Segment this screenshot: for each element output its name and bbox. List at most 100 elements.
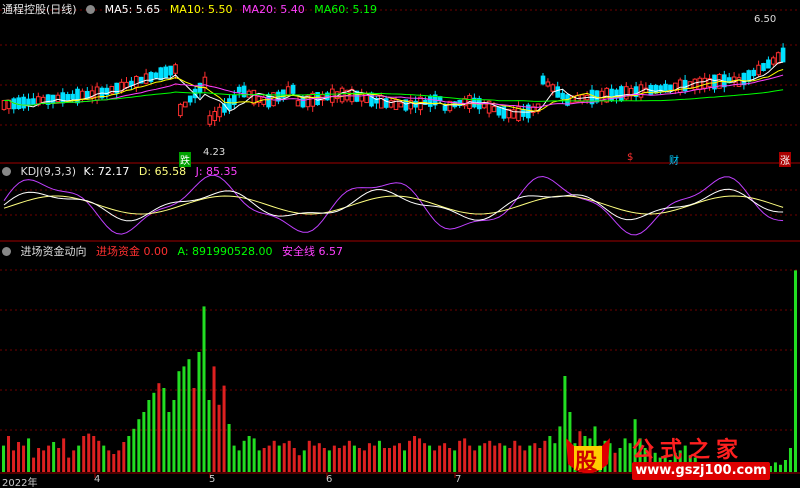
candle-body xyxy=(153,72,159,79)
kdj-settings-icon[interactable] xyxy=(2,167,11,176)
candle-body xyxy=(677,79,683,93)
candle-body xyxy=(756,64,761,76)
candle-body xyxy=(212,111,217,121)
fund-bar xyxy=(778,464,782,472)
candle-body xyxy=(16,97,21,109)
fund-bar xyxy=(317,443,321,472)
candle-body xyxy=(619,86,624,101)
candle-body xyxy=(134,75,139,88)
candle-body xyxy=(550,84,556,92)
candle-body xyxy=(339,87,345,103)
fund-bar xyxy=(242,440,246,472)
watermark-name: 公式之家 xyxy=(632,438,745,463)
fund-bar xyxy=(172,400,176,472)
ma10-label: MA10: 5.50 xyxy=(169,3,233,16)
watermark-url: www.gszj100.com xyxy=(632,462,770,480)
fund-bar xyxy=(122,442,126,472)
fund-bar xyxy=(403,450,407,472)
fund-bar xyxy=(428,445,432,472)
fund-bar xyxy=(408,440,412,472)
fund-bar xyxy=(423,443,427,472)
kdj-j-line xyxy=(3,174,784,236)
candle-body xyxy=(442,105,448,111)
fund-bar xyxy=(533,443,537,472)
settings-circle-icon[interactable] xyxy=(86,5,96,14)
fund-entry-label: 进场资金 0.00 xyxy=(96,245,168,258)
fund-settings-icon[interactable] xyxy=(2,247,11,256)
fund-bar xyxy=(97,440,101,472)
fund-bar xyxy=(222,385,226,472)
fund-bar xyxy=(337,448,341,472)
fund-bar xyxy=(382,448,386,472)
x-axis-month-6: 6 xyxy=(326,474,333,485)
candle-body xyxy=(388,100,394,108)
fund-bar xyxy=(493,445,497,472)
fund-bar xyxy=(272,440,276,472)
fund-bar xyxy=(17,442,21,472)
fund-bar xyxy=(618,448,622,472)
candle-body xyxy=(398,102,404,108)
finance-marker: 财 xyxy=(669,156,679,167)
x-axis-month-4: 4 xyxy=(94,474,101,485)
fund-bar xyxy=(377,440,381,472)
fund-bar xyxy=(137,419,141,472)
fund-bar xyxy=(463,438,467,472)
candle-body xyxy=(168,65,173,76)
candle-body xyxy=(1,100,7,110)
fund-bar xyxy=(297,455,301,472)
fund-bar xyxy=(47,445,51,472)
fund-bar xyxy=(483,443,487,472)
fund-bar xyxy=(227,424,231,472)
watermark-logo: 股 xyxy=(562,434,614,480)
fund-bar xyxy=(623,438,627,472)
fund-bar xyxy=(32,457,36,472)
fund-bar xyxy=(327,450,331,472)
fund-title: 进场资金动向 xyxy=(20,245,87,258)
candle-body xyxy=(780,47,786,63)
fund-bar xyxy=(152,392,156,472)
candle-body xyxy=(736,77,742,87)
stock-chart-window: { "main_panel": { "title": "通程控股(日线)", "… xyxy=(0,0,800,488)
candle-body xyxy=(428,95,433,107)
fund-bar xyxy=(312,445,316,472)
candle-body xyxy=(766,59,771,69)
candle-body xyxy=(540,75,546,85)
fund-bar xyxy=(503,445,507,472)
fund-bar xyxy=(287,440,291,472)
fund-bar xyxy=(773,462,777,472)
candle-body xyxy=(545,81,551,87)
candle-body xyxy=(197,82,203,94)
fund-bar xyxy=(458,440,462,472)
x-axis-month-7: 7 xyxy=(455,474,462,485)
candle-body xyxy=(496,106,502,116)
candle-body xyxy=(653,84,659,94)
candle-body xyxy=(207,115,213,125)
candle-body xyxy=(202,76,208,89)
ma20-label: MA20: 5.40 xyxy=(242,3,305,16)
fund-bar xyxy=(413,436,417,472)
fund-bar xyxy=(167,412,171,472)
fund-bar xyxy=(182,366,186,472)
fund-bar xyxy=(488,440,492,472)
fund-bar xyxy=(177,371,181,472)
fund-bar xyxy=(793,270,797,472)
candle-body xyxy=(746,70,752,82)
fund-bar xyxy=(392,445,396,472)
fund-bar xyxy=(92,436,96,472)
ma5-label: MA5: 5.65 xyxy=(104,3,161,16)
fund-safe-label: 安全线 6.57 xyxy=(282,245,344,258)
x-axis-month-5: 5 xyxy=(209,474,216,485)
fund-bar xyxy=(192,388,196,472)
fund-bar xyxy=(453,450,457,472)
fund-bar xyxy=(783,460,787,472)
kdj-title: KDJ(9,3,3) xyxy=(20,165,77,178)
fund-bar xyxy=(508,448,512,472)
main-panel-legend: 通程控股(日线) MA5: 5.65 MA10: 5.50 MA20: 5.40… xyxy=(2,1,383,17)
fund-bar xyxy=(553,443,557,472)
fund-bar xyxy=(232,445,236,472)
fund-bar xyxy=(367,443,371,472)
fund-bar xyxy=(538,448,542,472)
fund-bar xyxy=(513,440,517,472)
candle-body xyxy=(158,67,164,81)
fund-bar xyxy=(332,445,336,472)
